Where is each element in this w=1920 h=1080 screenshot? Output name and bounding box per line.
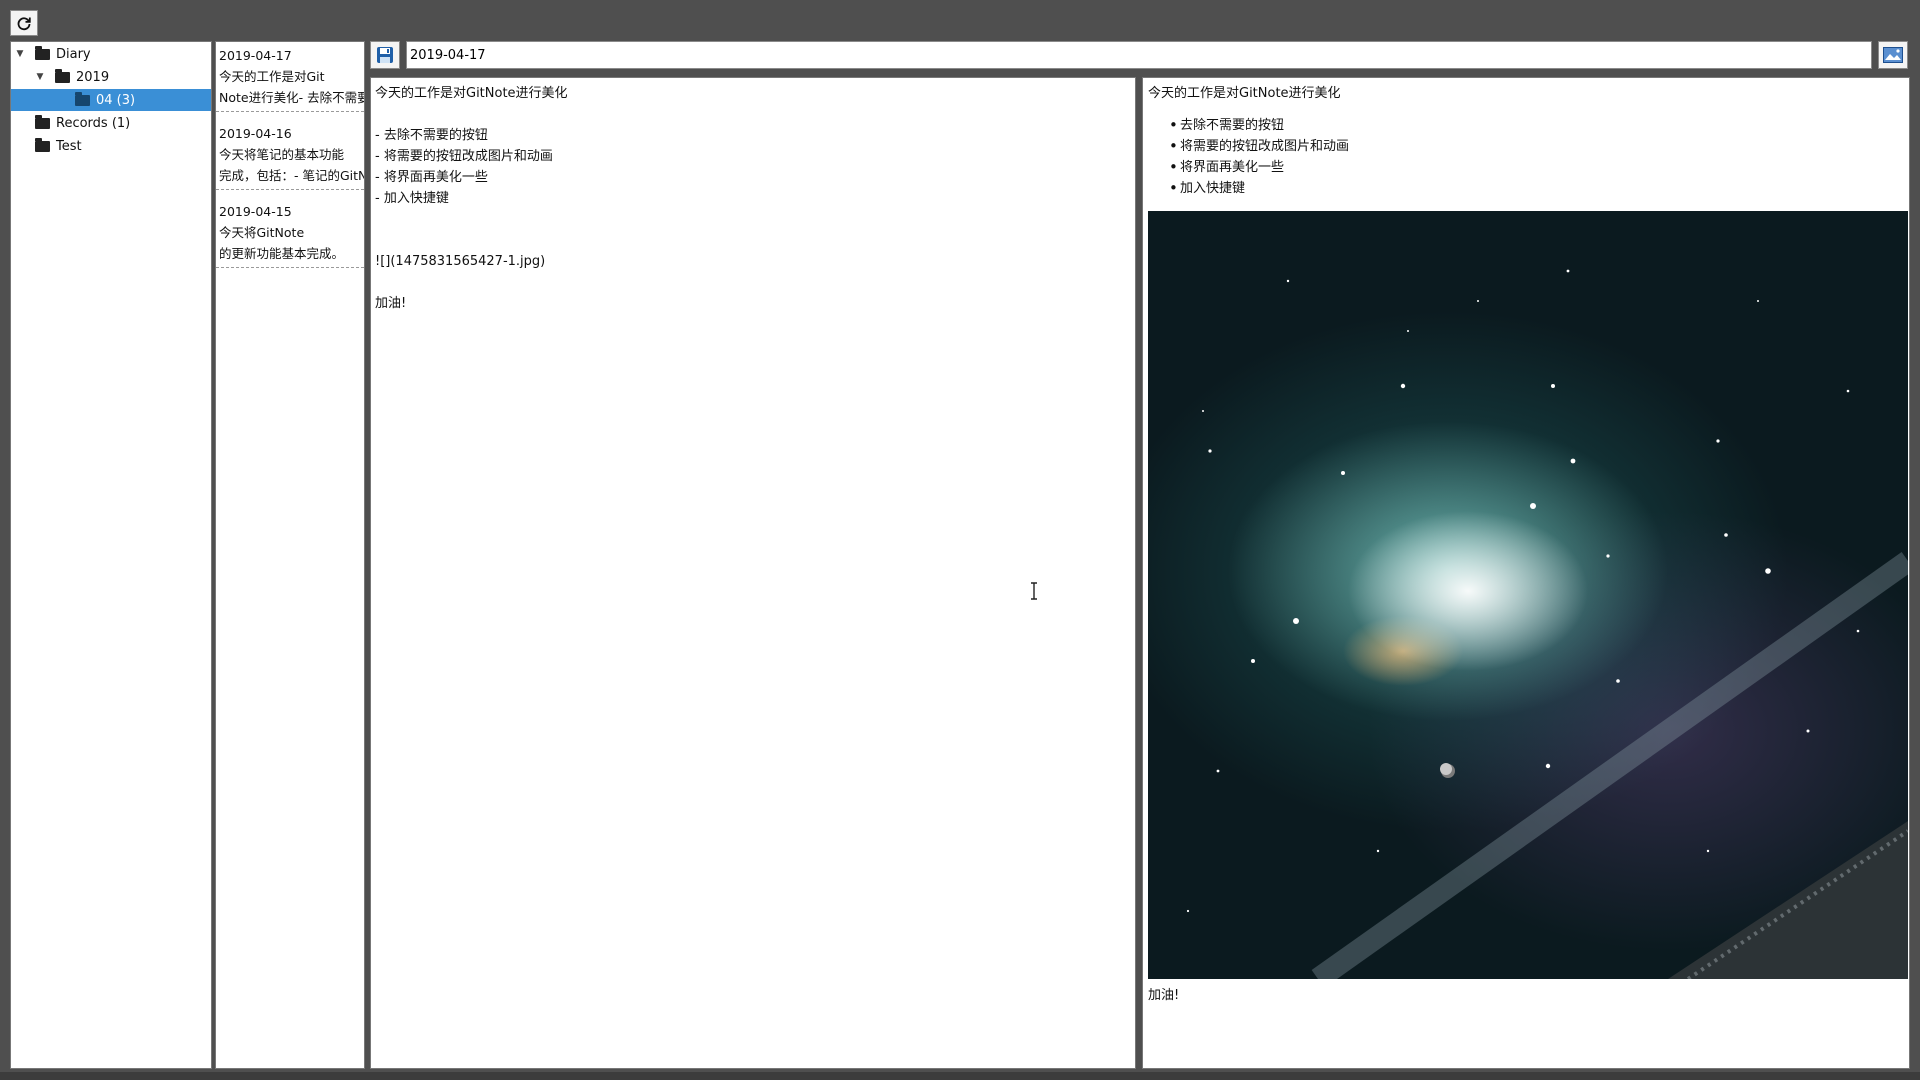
note-preview-line: Note进行美化- 去除不需要 <box>219 90 364 105</box>
preview-bullet: 去除不需要的按钮 <box>1169 115 1349 136</box>
save-icon <box>377 47 393 63</box>
tree-item-label: 04 (3) <box>96 92 136 108</box>
expand-arrow-icon[interactable]: ▼ <box>15 49 25 59</box>
text-cursor-icon <box>1031 582 1037 600</box>
tree-item-label: 2019 <box>76 69 110 85</box>
watermark-text: 知乎 @code猪 <box>1500 978 1895 1043</box>
editor-line: - 将需要的按钮改成图片和动画 <box>375 149 553 164</box>
note-preview-line: 今天将笔记的基本功能 <box>219 147 345 162</box>
editor-line: - 将界面再美化一些 <box>375 170 488 185</box>
editor-line: - 加入快捷键 <box>375 191 449 206</box>
preview-footer-text: 加油! <box>1148 988 1180 1003</box>
note-title-input[interactable] <box>406 41 1872 69</box>
preview-heading: 今天的工作是对GitNote进行美化 <box>1148 86 1341 101</box>
folder-tree: ▼ Diary ▼ 2019 04 (3) Records (1) Test <box>10 41 212 1069</box>
refresh-button[interactable] <box>10 10 38 36</box>
folder-icon <box>35 137 50 152</box>
save-button[interactable] <box>370 41 400 69</box>
preview-bullet: 加入快捷键 <box>1169 178 1349 199</box>
nebula-stars <box>1186 269 1908 979</box>
tree-item-label: Records (1) <box>56 115 131 131</box>
markdown-preview: 今天的工作是对GitNote进行美化 去除不需要的按钮 将需要的按钮改成图片和动… <box>1142 77 1910 1069</box>
editor-line: ![](1475831565427-1.jpg) <box>375 254 546 269</box>
note-list-item[interactable]: 2019-04-17 今天的工作是对Git Note进行美化- 去除不需要 <box>216 42 364 112</box>
tree-item-04[interactable]: 04 (3) <box>11 89 211 111</box>
refresh-icon <box>17 17 31 31</box>
folder-icon <box>75 91 90 106</box>
markdown-editor[interactable]: 今天的工作是对GitNote进行美化 - 去除不需要的按钮 - 将需要的按钮改成… <box>370 77 1136 1069</box>
note-date: 2019-04-15 <box>219 204 292 219</box>
preview-nebula-image <box>1148 211 1908 979</box>
note-date: 2019-04-16 <box>219 126 292 141</box>
note-list-item[interactable]: 2019-04-15 今天将GitNote 的更新功能基本完成。 <box>216 198 364 268</box>
tree-item-label: Test <box>56 138 82 154</box>
tree-item-2019[interactable]: ▼ 2019 <box>11 66 211 88</box>
tree-item-test[interactable]: Test <box>11 135 211 157</box>
tree-item-records[interactable]: Records (1) <box>11 112 211 134</box>
folder-icon <box>35 114 50 129</box>
insert-image-button[interactable] <box>1878 41 1908 69</box>
note-date: 2019-04-17 <box>219 48 292 63</box>
tree-item-diary[interactable]: ▼ Diary <box>11 43 211 65</box>
expand-arrow-icon[interactable]: ▼ <box>35 72 45 82</box>
note-preview-line: 完成，包括：- 笔记的GitN <box>219 168 364 183</box>
folder-icon <box>35 45 50 60</box>
preview-bullet-list: 去除不需要的按钮 将需要的按钮改成图片和动画 将界面再美化一些 加入快捷键 <box>1169 115 1349 199</box>
note-list: 2019-04-17 今天的工作是对Git Note进行美化- 去除不需要 20… <box>215 41 365 1069</box>
note-preview-line: 今天将GitNote <box>219 225 305 240</box>
status-bar <box>0 1072 1920 1080</box>
preview-bullet: 将界面再美化一些 <box>1169 157 1349 178</box>
tree-item-label: Diary <box>56 46 91 62</box>
folder-icon <box>55 68 70 83</box>
editor-line: - 去除不需要的按钮 <box>375 128 488 143</box>
editor-line: 加油! <box>375 296 407 311</box>
editor-line: 今天的工作是对GitNote进行美化 <box>375 86 568 101</box>
note-preview-line: 今天的工作是对Git <box>219 69 325 84</box>
note-list-item[interactable]: 2019-04-16 今天将笔记的基本功能 完成，包括：- 笔记的GitN <box>216 120 364 190</box>
note-preview-line: 的更新功能基本完成。 <box>219 246 345 261</box>
image-icon <box>1883 47 1903 63</box>
preview-bullet: 将需要的按钮改成图片和动画 <box>1169 136 1349 157</box>
